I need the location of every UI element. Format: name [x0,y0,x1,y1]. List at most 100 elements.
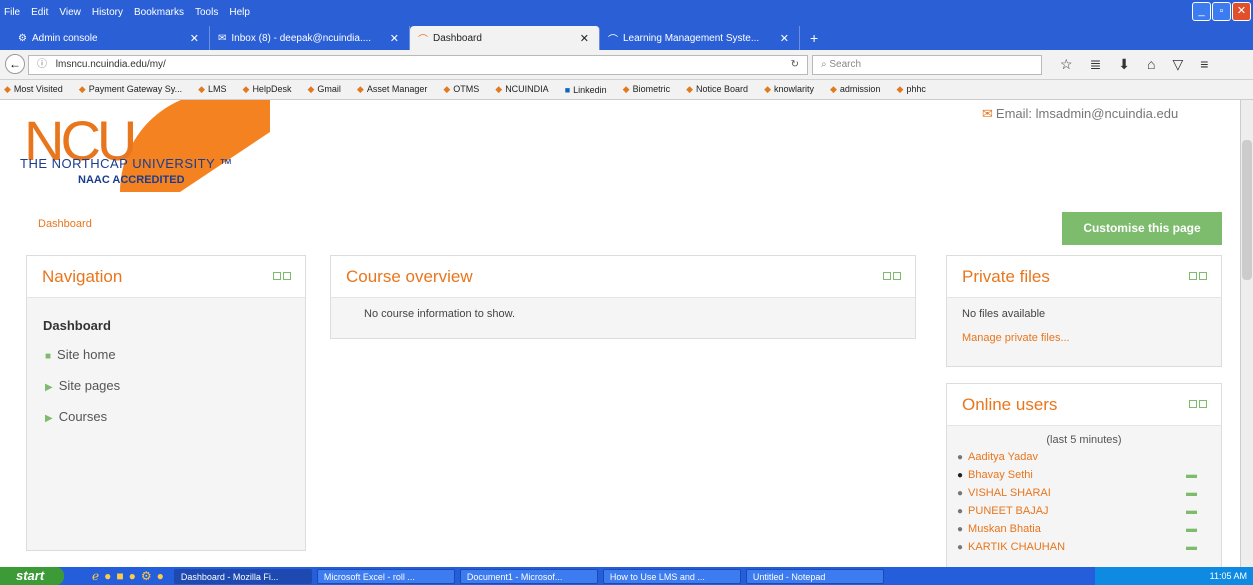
tab-dashboard[interactable]: ⌒ Dashboard ✕ [410,26,600,50]
menu-history[interactable]: History [92,7,123,18]
expand-arrow-icon: ▶ [45,413,53,424]
bookmark-lms[interactable]: ◆ LMS [198,84,234,95]
message-icon[interactable]: ▬ [1186,523,1197,535]
block-controls[interactable] [1189,400,1207,408]
block-controls[interactable] [273,272,291,280]
opera-icon[interactable]: ● [157,569,164,583]
customise-page-button[interactable]: Customise this page [1062,212,1222,245]
new-tab-button[interactable]: + [810,30,818,46]
bookmark-otms[interactable]: ◆ OTMS [443,84,487,95]
bookmark-notice-board[interactable]: ◆ Notice Board [686,84,756,95]
ncu-logo[interactable]: NCU THE NORTHCAP UNIVERSITY ™ NAAC ACCRE… [20,100,270,197]
restore-button[interactable]: ▫ [1212,2,1231,21]
tab-close-icon[interactable]: ✕ [190,32,199,45]
bookmark-most-visited[interactable]: ◆ Most Visited [4,84,71,95]
bookmark-knowlarity[interactable]: ◆ knowlarity [764,84,822,95]
scrollbar-thumb[interactable] [1242,140,1252,280]
tab-lms[interactable]: ⌒ Learning Management Syste... ✕ [600,26,800,50]
taskbar-item-word-howto[interactable]: How to Use LMS and ... [602,568,741,584]
bookmark-phhc[interactable]: ◆ phhc [896,84,933,95]
close-window-button[interactable]: ✕ [1232,2,1251,21]
office-icon[interactable]: ■ [116,569,123,583]
menu-help[interactable]: Help [229,7,250,18]
message-icon[interactable]: ▬ [1186,487,1197,499]
chrome-icon[interactable]: ● [129,569,136,583]
firefox-icon[interactable]: ● [104,569,111,583]
taskbar-item-word-document1[interactable]: Document1 - Microsof... [459,568,598,584]
tab-close-icon[interactable]: ✕ [780,32,789,45]
home-icon[interactable]: ⌂ [1147,56,1155,73]
download-icon[interactable]: ⬇ [1118,56,1130,73]
header-email[interactable]: ✉ Email: lmsadmin@ncuindia.edu [982,106,1178,122]
online-user[interactable]: ● Aaditya Yadav [957,448,1211,466]
bookmark-ncuindia[interactable]: ◆ NCUINDIA [495,84,556,95]
menu-tools[interactable]: Tools [195,7,218,18]
navigation-title: Navigation [27,256,305,298]
dock-icon[interactable] [1199,400,1207,408]
clock[interactable]: 11:05 AM [1210,571,1247,581]
dock-icon[interactable] [1199,272,1207,280]
nav-dashboard[interactable]: Dashboard [43,318,289,333]
nav-courses[interactable]: ▶ Courses [45,409,289,424]
message-icon[interactable]: ▬ [1186,505,1197,517]
online-user[interactable]: ● PUNEET BAJAJ ▬ [957,502,1211,520]
back-button[interactable]: ← [5,54,25,74]
collapse-icon[interactable] [1189,272,1197,280]
tab-close-icon[interactable]: ✕ [390,32,399,45]
collapse-icon[interactable] [1189,400,1197,408]
taskbar-item-firefox[interactable]: Dashboard - Mozilla Fi... [173,568,312,584]
page-scrollbar[interactable] [1240,100,1253,567]
search-input[interactable]: ⌕ Search [812,55,1042,75]
dock-icon[interactable] [893,272,901,280]
user-icon: ● [957,541,964,553]
toolbar-icons: ☆ ≣ ⬇ ⌂ ▽ ≡ [1060,56,1208,73]
menu-edit[interactable]: Edit [31,7,48,18]
taskbar-item-excel[interactable]: Microsoft Excel - roll ... [316,568,455,584]
tab-admin-console[interactable]: ⚙ Admin console ✕ [10,26,210,50]
bookmark-linkedin[interactable]: ■ Linkedin [565,85,615,95]
online-user[interactable]: ● VISHAL SHARAI ▬ [957,484,1211,502]
private-files-message: No files available [962,308,1046,320]
url-bar[interactable]: ⓘ lmsncu.ncuindia.edu/my/ ↻ [28,55,808,75]
reload-icon[interactable]: ↻ [791,56,799,74]
bookmark-gmail[interactable]: ◆ Gmail [307,84,348,95]
menu-icon[interactable]: ≡ [1200,56,1208,73]
manage-private-files-link[interactable]: Manage private files... [962,332,1206,344]
mail-icon: ✉ [218,32,227,44]
star-icon[interactable]: ☆ [1060,56,1073,73]
reading-list-icon[interactable]: ≣ [1090,56,1102,73]
window-controls: _ ▫ ✕ [1192,2,1251,21]
block-controls[interactable] [1189,272,1207,280]
bookmark-admission[interactable]: ◆ admission [830,84,888,95]
online-user[interactable]: ● Muskan Bhatia ▬ [957,520,1211,538]
collapse-icon[interactable] [273,272,281,280]
tab-label: Inbox (8) - deepak@ncuindia.... [231,32,372,44]
settings-icon[interactable]: ⚙ [141,569,152,583]
breadcrumb[interactable]: Dashboard [38,218,92,230]
online-user[interactable]: ● Bhavay Sethi ▬ [957,466,1211,484]
block-controls[interactable] [883,272,901,280]
menu-bookmarks[interactable]: Bookmarks [134,7,184,18]
bookmark-biometric[interactable]: ◆ Biometric [623,84,678,95]
bookmark-asset-manager[interactable]: ◆ Asset Manager [357,84,435,95]
collapse-icon[interactable] [883,272,891,280]
tab-inbox[interactable]: ✉ Inbox (8) - deepak@ncuindia.... ✕ [210,26,410,50]
online-user[interactable]: ● KARTIK CHAUHAN ▬ [957,538,1211,556]
minimize-button[interactable]: _ [1192,2,1211,21]
taskbar-item-notepad[interactable]: Untitled - Notepad [745,568,884,584]
start-button[interactable]: start [0,567,64,585]
tab-favicon-icon: ⌒ [418,34,428,46]
nav-site-home[interactable]: ■ Site home [45,347,289,362]
bookmark-helpdesk[interactable]: ◆ HelpDesk [243,84,300,95]
menu-view[interactable]: View [59,7,81,18]
message-icon[interactable]: ▬ [1186,541,1197,553]
tab-close-icon[interactable]: ✕ [580,32,589,45]
pocket-icon[interactable]: ▽ [1173,56,1184,73]
bookmark-payment-gateway[interactable]: ◆ Payment Gateway Sy... [79,84,190,95]
ie-icon[interactable]: ℯ [92,569,99,583]
menu-file[interactable]: File [4,7,20,18]
nav-site-pages[interactable]: ▶ Site pages [45,378,289,393]
expand-arrow-icon: ▶ [45,382,53,393]
message-icon[interactable]: ▬ [1186,469,1197,481]
dock-icon[interactable] [283,272,291,280]
